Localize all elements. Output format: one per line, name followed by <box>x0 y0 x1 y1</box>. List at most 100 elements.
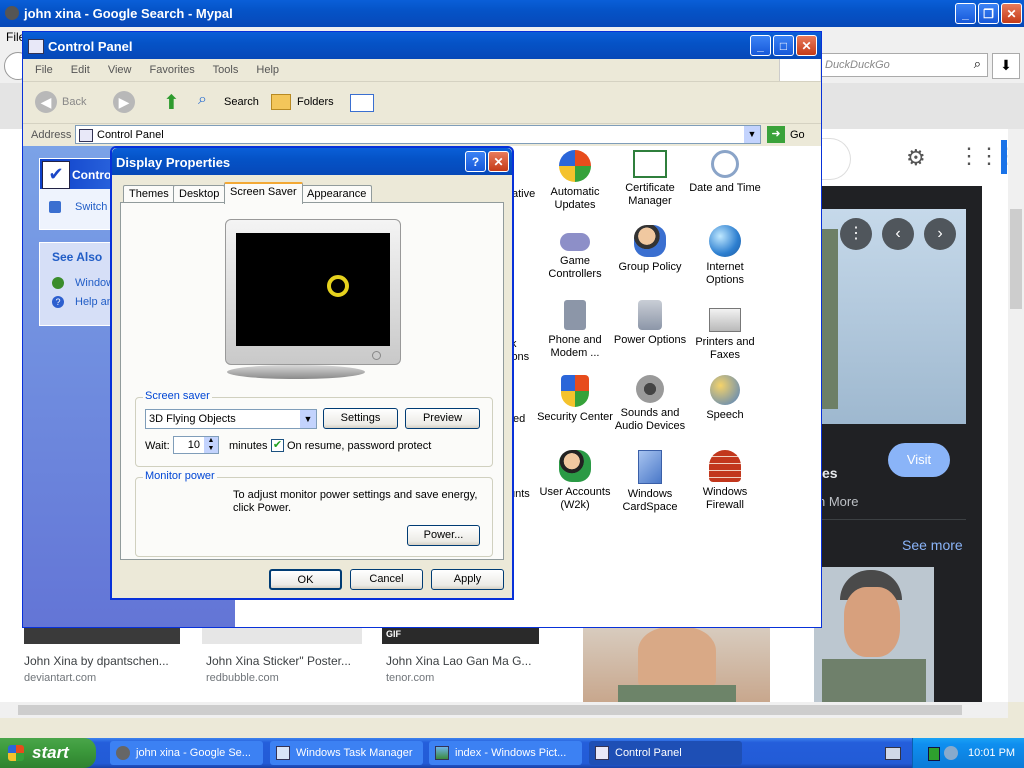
related-image-2[interactable] <box>814 567 934 702</box>
search-label[interactable]: Search <box>224 96 259 108</box>
cp-item-date-and-time[interactable]: Date and Time <box>687 150 763 195</box>
cp-menu-file[interactable]: File <box>35 64 53 76</box>
cp-close-button[interactable]: ✕ <box>796 35 817 56</box>
cancel-button[interactable]: Cancel <box>350 569 423 590</box>
picture-viewer-icon <box>435 746 449 760</box>
task-picture-viewer[interactable]: index - Windows Pict... <box>429 741 582 765</box>
cp-menu-help[interactable]: Help <box>256 64 279 76</box>
keyboard-icon[interactable] <box>885 747 901 760</box>
folders-icon[interactable] <box>271 94 291 110</box>
password-checkbox[interactable]: ✔ <box>271 439 284 452</box>
power-button[interactable]: Power... <box>407 525 480 546</box>
google-avatar[interactable] <box>1001 140 1007 174</box>
tray-network-icon[interactable] <box>944 746 958 760</box>
apply-button[interactable]: Apply <box>431 569 504 590</box>
printer-icon <box>709 308 741 332</box>
cp-item-printers-and-faxes[interactable]: Printers and Faxes <box>687 300 763 362</box>
settings-button[interactable]: Settings <box>323 408 398 429</box>
browser-titlebar: john xina - Google Search - Mypal _ ❐ ✕ <box>0 0 1024 27</box>
next-image-icon[interactable]: › <box>924 218 956 250</box>
see-also-link-help[interactable]: Help an <box>75 296 113 308</box>
tab-appearance[interactable]: Appearance <box>301 185 373 203</box>
browser-search-box[interactable]: DuckDuckGo ⌕ <box>820 53 988 77</box>
task-control-panel[interactable]: Control Panel <box>589 741 742 765</box>
vscroll-thumb[interactable] <box>1010 209 1022 309</box>
views-icon[interactable] <box>350 94 374 112</box>
result-thumb-1[interactable] <box>24 627 180 644</box>
preview-button[interactable]: Preview <box>405 408 480 429</box>
address-dropdown-icon[interactable]: ▼ <box>744 126 760 143</box>
cp-item-speech[interactable]: Speech <box>687 375 763 422</box>
result-title-3[interactable]: John Xina Lao Gan Ma G... <box>386 654 531 668</box>
go-label[interactable]: Go <box>790 129 805 141</box>
browser-vscrollbar[interactable] <box>1008 129 1024 702</box>
cp-menu-favorites[interactable]: Favorites <box>150 64 195 76</box>
minutes-label: minutes <box>229 440 268 452</box>
cp-item-automatic-updates[interactable]: Automatic Updates <box>537 150 613 212</box>
dialog-help-button[interactable]: ? <box>465 151 486 172</box>
chevron-down-icon[interactable]: ▼ <box>300 410 316 428</box>
cp-item-power-options[interactable]: Power Options <box>612 300 688 347</box>
spin-arrows-icon[interactable]: ▲ ▼ <box>204 437 218 453</box>
screen-saver-selected: 3D Flying Objects <box>149 413 236 425</box>
hscroll-thumb[interactable] <box>18 705 962 715</box>
back-label[interactable]: Back <box>62 96 86 108</box>
cp-maximize-button[interactable]: □ <box>773 35 794 56</box>
cp-item-group-policy[interactable]: Group Policy <box>612 225 688 274</box>
task-browser[interactable]: john xina - Google Se... <box>110 741 263 765</box>
cp-menu-edit[interactable]: Edit <box>71 64 90 76</box>
cp-item-phone-and-modem[interactable]: Phone and Modem ... <box>537 300 613 360</box>
result-title-2[interactable]: John Xina Sticker" Poster... <box>206 654 351 668</box>
more-options-icon[interactable]: ⋮ <box>840 218 872 250</box>
search-icon[interactable]: ⌕ <box>198 91 207 109</box>
start-button[interactable]: start <box>0 738 96 768</box>
prev-image-icon[interactable]: ‹ <box>882 218 914 250</box>
ok-button[interactable]: OK <box>269 569 342 590</box>
learn-more-partial[interactable]: n More <box>818 494 858 509</box>
switch-view-link[interactable]: Switch <box>75 201 107 213</box>
cp-menu-view[interactable]: View <box>108 64 132 76</box>
password-label[interactable]: On resume, password protect <box>287 440 431 452</box>
automatic-updates-icon <box>559 150 591 182</box>
browser-minimize-button[interactable]: _ <box>955 3 976 24</box>
result-thumb-2[interactable] <box>202 627 362 644</box>
visit-button[interactable]: Visit <box>888 443 950 477</box>
forward-arrow-icon[interactable]: ▶ <box>113 91 135 113</box>
result-title-1[interactable]: John Xina by dpantschen... <box>24 654 169 668</box>
phone-icon <box>564 300 586 330</box>
tab-themes[interactable]: Themes <box>123 185 175 203</box>
cp-item-security-center[interactable]: Security Center <box>537 375 613 424</box>
cp-item-game-controllers[interactable]: Game Controllers <box>537 225 613 281</box>
browser-maximize-button[interactable]: ❐ <box>978 3 999 24</box>
browser-close-button[interactable]: ✕ <box>1001 3 1022 24</box>
task-task-manager[interactable]: Windows Task Manager <box>270 741 423 765</box>
download-icon[interactable]: ⬇ <box>992 53 1020 79</box>
tab-desktop[interactable]: Desktop <box>173 185 226 203</box>
screen-saver-select[interactable]: 3D Flying Objects ▼ <box>145 409 317 429</box>
browser-hscrollbar[interactable] <box>0 702 1008 718</box>
tab-screen-saver[interactable]: Screen Saver <box>224 182 303 204</box>
cp-item-user-accounts[interactable]: User Accounts (W2k) <box>537 450 613 512</box>
cp-minimize-button[interactable]: _ <box>750 35 771 56</box>
back-arrow-icon[interactable]: ◀ <box>35 91 57 113</box>
go-arrow-icon[interactable]: ➜ <box>767 126 785 143</box>
wait-stepper[interactable]: 10 ▲ ▼ <box>173 436 219 454</box>
tray-green-icon[interactable] <box>928 747 940 761</box>
up-folder-icon[interactable]: ⬆ <box>163 90 183 114</box>
folders-label[interactable]: Folders <box>297 96 334 108</box>
cp-item-windows-firewall[interactable]: Windows Firewall <box>687 450 763 512</box>
address-field[interactable]: Control Panel ▼ <box>75 125 761 144</box>
cp-item-windows-cardspace[interactable]: Windows CardSpace <box>612 450 688 514</box>
browser-title: john xina - Google Search - Mypal <box>24 6 233 21</box>
google-settings-icon[interactable]: ⚙ <box>906 145 926 171</box>
result-thumb-3[interactable]: GIF <box>382 627 539 644</box>
browser-statusbar <box>0 718 1024 738</box>
see-also-link-windows[interactable]: Window <box>75 277 114 289</box>
dialog-close-button[interactable]: ✕ <box>488 151 509 172</box>
see-more-link[interactable]: See more <box>902 537 963 553</box>
cp-item-sounds-and-audio[interactable]: Sounds and Audio Devices <box>612 375 688 433</box>
cp-menu-tools[interactable]: Tools <box>213 64 239 76</box>
related-image-1[interactable] <box>583 627 770 702</box>
cp-item-certificate-manager[interactable]: Certificate Manager <box>612 150 688 208</box>
cp-item-internet-options[interactable]: Internet Options <box>687 225 763 287</box>
